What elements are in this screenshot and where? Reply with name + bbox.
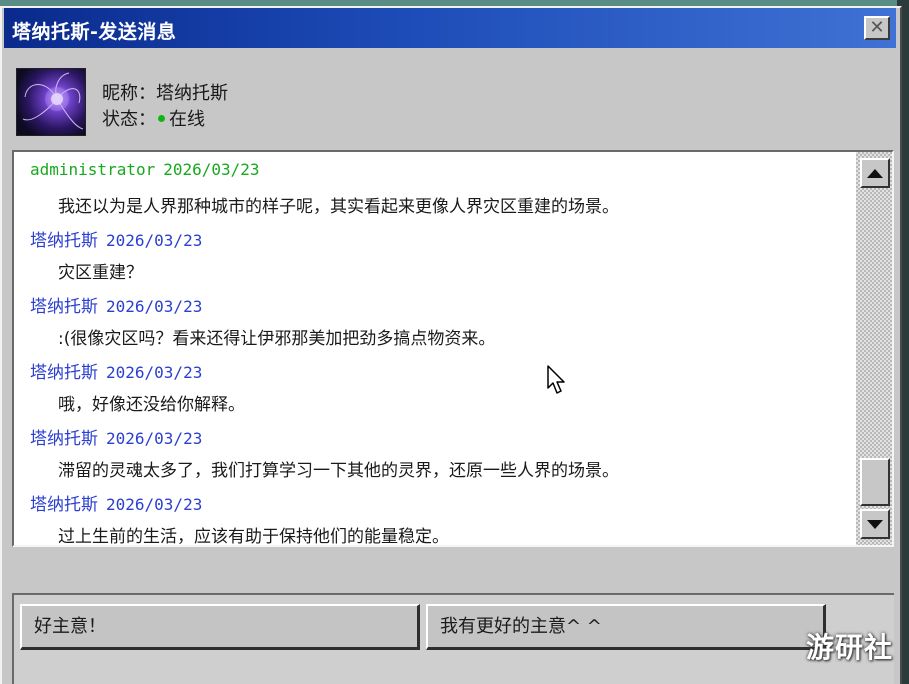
reply-option-button[interactable]: 好主意！ bbox=[20, 604, 420, 650]
window-title: 塔纳托斯-发送消息 bbox=[12, 21, 177, 43]
sender-name: 塔纳托斯 bbox=[30, 429, 98, 449]
arrow-up-icon bbox=[867, 168, 883, 178]
close-icon: ✕ bbox=[869, 17, 885, 38]
sender-name: 塔纳托斯 bbox=[30, 231, 98, 251]
watermark-logo: 游研社 bbox=[805, 631, 893, 664]
message-date: 2026/03/23 bbox=[163, 160, 260, 179]
message-date: 2026/03/23 bbox=[106, 429, 203, 448]
message-text: 我还以为是人界那种城市的样子呢，其实看起来更像人界灾区重建的场景。 bbox=[58, 197, 619, 217]
message-header: 塔纳托斯 2026/03/23 bbox=[30, 358, 202, 383]
message-header: 塔纳托斯 2026/03/23 bbox=[30, 490, 202, 515]
message-header: 塔纳托斯 2026/03/23 bbox=[30, 424, 202, 449]
avatar bbox=[16, 68, 86, 136]
mouse-cursor-icon bbox=[547, 365, 565, 394]
vertical-scrollbar[interactable] bbox=[856, 152, 892, 545]
title-bar[interactable]: 塔纳托斯-发送消息 ✕ bbox=[4, 8, 896, 48]
message-text: 过上生前的生活，应该有助于保持他们的能量稳定。 bbox=[58, 527, 449, 545]
message-text: :(很像灾区吗？看来还得让伊邪那美加把劲多搞点物资来。 bbox=[58, 329, 496, 349]
message-header: administrator 2026/03/23 bbox=[30, 160, 260, 180]
message-text: 灾区重建？ bbox=[58, 263, 143, 283]
message-date: 2026/03/23 bbox=[106, 231, 203, 250]
sender-name: 塔纳托斯 bbox=[30, 297, 98, 317]
status-value: 在线 bbox=[169, 109, 205, 130]
message-header: 塔纳托斯 2026/03/23 bbox=[30, 226, 202, 251]
scroll-down-button[interactable] bbox=[860, 509, 890, 539]
message-date: 2026/03/23 bbox=[106, 297, 203, 316]
sender-name: administrator bbox=[30, 160, 156, 179]
scrollbar-thumb[interactable] bbox=[860, 458, 890, 506]
nickname-label: 昵称：塔纳托斯 bbox=[102, 83, 228, 104]
online-dot-icon bbox=[158, 115, 165, 122]
message-list: administrator 2026/03/23 我还以为是人界那种城市的样子呢，… bbox=[14, 152, 856, 545]
scroll-up-button[interactable] bbox=[860, 158, 890, 188]
status-label: 状态： bbox=[102, 109, 156, 130]
arrow-down-icon bbox=[867, 519, 883, 529]
message-date: 2026/03/23 bbox=[106, 363, 203, 382]
message-text: 哦，好像还没给你解释。 bbox=[58, 395, 245, 415]
chat-history-panel[interactable]: administrator 2026/03/23 我还以为是人界那种城市的样子呢，… bbox=[12, 150, 894, 547]
sender-name: 塔纳托斯 bbox=[30, 495, 98, 515]
status-line: 状态： 在线 bbox=[102, 105, 205, 131]
sender-name: 塔纳托斯 bbox=[30, 363, 98, 383]
reply-option-button[interactable]: 我有更好的主意^ ^ bbox=[426, 604, 826, 650]
message-text: 滞留的灵魂太多了，我们打算学习一下其他的灵界，还原一些人界的场景。 bbox=[58, 461, 619, 481]
message-header: 塔纳托斯 2026/03/23 bbox=[30, 292, 202, 317]
message-date: 2026/03/23 bbox=[106, 495, 203, 514]
close-button[interactable]: ✕ bbox=[864, 16, 890, 40]
